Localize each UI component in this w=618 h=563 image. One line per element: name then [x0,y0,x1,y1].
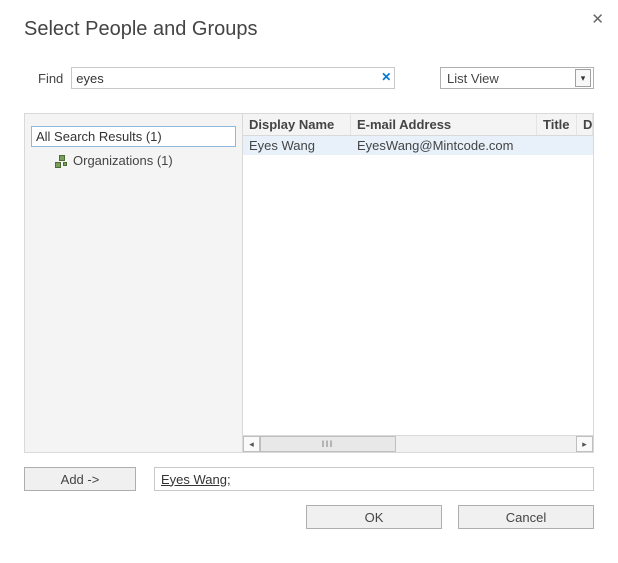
dialog-title: Select People and Groups [24,18,594,41]
cell-email: EyesWang@Mintcode.com [351,136,537,155]
col-display-name[interactable]: Display Name [243,114,351,135]
organization-icon [55,155,69,167]
cell-extra [577,136,593,155]
find-label: Find [38,71,63,86]
horizontal-scrollbar[interactable]: ◂ lll ▸ [243,435,593,452]
scroll-left-icon[interactable]: ◂ [243,436,260,452]
selected-people-input[interactable] [154,467,594,491]
find-input-wrap: ✕ [71,67,395,89]
ok-button[interactable]: OK [306,505,442,529]
col-title[interactable]: Title [537,114,577,135]
content-panes: All Search Results (1) Organizations (1)… [24,113,594,453]
chevron-down-icon: ▾ [575,69,591,87]
find-row: Find ✕ List View ▾ [24,67,594,89]
view-select-value: List View [447,71,499,86]
col-extra[interactable]: D [577,114,593,135]
grid-header: Display Name E-mail Address Title D [243,114,593,136]
table-row[interactable]: Eyes Wang EyesWang@Mintcode.com [243,136,593,155]
scroll-track[interactable] [396,436,576,452]
scroll-right-icon[interactable]: ▸ [576,436,593,452]
cancel-button[interactable]: Cancel [458,505,594,529]
close-icon[interactable]: ✕ [591,10,604,28]
dialog-buttons: OK Cancel [24,505,594,529]
col-email-address[interactable]: E-mail Address [351,114,537,135]
find-input[interactable] [71,67,395,89]
cell-display-name: Eyes Wang [243,136,351,155]
tree-child-organizations[interactable]: Organizations (1) [55,153,236,168]
view-select[interactable]: List View ▾ [440,67,594,89]
clear-icon[interactable]: ✕ [381,70,391,84]
grid-body: Eyes Wang EyesWang@Mintcode.com [243,136,593,435]
cell-title [537,136,577,155]
tree-child-label: Organizations (1) [73,153,173,168]
results-pane: Display Name E-mail Address Title D Eyes… [243,114,593,452]
add-row: Add -> [24,467,594,491]
tree-pane: All Search Results (1) Organizations (1) [25,114,243,452]
add-button[interactable]: Add -> [24,467,136,491]
scroll-thumb[interactable]: lll [260,436,396,452]
tree-root-all-results[interactable]: All Search Results (1) [31,126,236,147]
